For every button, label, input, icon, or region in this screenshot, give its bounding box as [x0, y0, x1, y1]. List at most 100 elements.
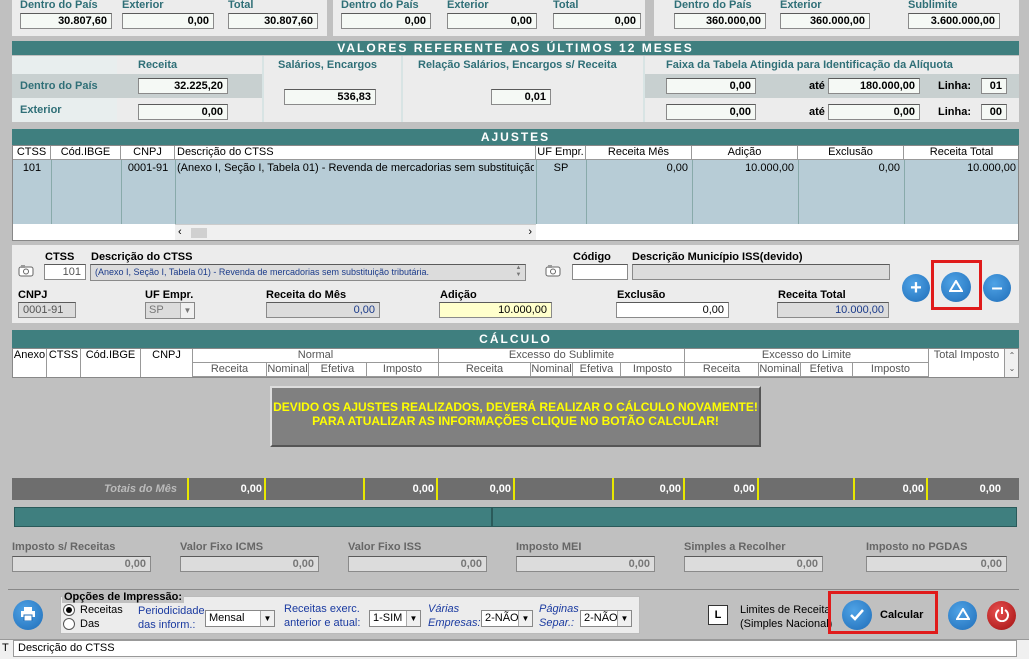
ctss-input[interactable]: 101 — [44, 264, 86, 280]
horizontal-scrollbar[interactable]: ‹ › — [175, 224, 536, 240]
col-adicao[interactable]: Adição — [692, 146, 798, 160]
scroll-right-icon[interactable]: › — [528, 226, 532, 238]
chevron-down-icon[interactable]: ▼ — [260, 611, 274, 626]
descricao-ctss-label: Descrição do CTSS — [91, 251, 193, 263]
exclusao-input[interactable]: 0,00 — [616, 302, 729, 318]
col-anexo[interactable]: Anexo — [13, 349, 47, 377]
col-imposto[interactable]: Imposto — [621, 363, 685, 377]
radio-das[interactable] — [63, 618, 75, 630]
totais-label: Totais do Mês — [104, 483, 177, 495]
top-exterior-value: 360.000,00 — [780, 13, 870, 29]
scroll-top-button[interactable] — [948, 601, 977, 630]
periodicidade-label-2: das inform.: — [138, 619, 196, 631]
descricao-ctss-field[interactable]: (Anexo I, Seção I, Tabela 01) - Revenda … — [90, 264, 526, 281]
chevron-down-icon[interactable]: ▼ — [617, 611, 631, 626]
cell-cnpj: 0001-91 — [127, 162, 169, 174]
periodicidade-select[interactable]: Mensal ▼ — [205, 610, 275, 627]
paginas-label-2: Separ.: — [539, 617, 575, 629]
varias-label-2: Empresas: — [428, 617, 481, 629]
check-icon — [842, 600, 872, 630]
receita-total-label: Receita Total — [778, 289, 846, 301]
top-sublimite-value: 3.600.000,00 — [908, 13, 1000, 29]
col-receita[interactable]: Receita — [685, 363, 759, 377]
receita-dentro-value: 32.225,20 — [138, 78, 228, 94]
calculo-grid-header[interactable]: Anexo CTSS Cód.IBGE CNPJ Normal Excesso … — [12, 348, 1019, 378]
col-receita[interactable]: Receita — [193, 363, 267, 377]
col-descricao[interactable]: Descrição do CTSS — [175, 146, 536, 160]
varias-label: Várias — [428, 603, 460, 615]
descricao-scroll-icon[interactable]: ▲ ▼ — [512, 265, 525, 280]
col-nominal[interactable]: Nominal — [267, 363, 309, 377]
col-receita-mes[interactable]: Receita Mês — [586, 146, 692, 160]
col-efetiva[interactable]: Efetiva — [309, 363, 367, 377]
close-button[interactable] — [987, 601, 1016, 630]
salarios-value: 536,83 — [284, 89, 376, 105]
municipio-field[interactable] — [632, 264, 890, 280]
print-button[interactable] — [13, 600, 43, 630]
chevron-down-icon[interactable]: ▼ — [406, 611, 420, 626]
receita-mes-field[interactable]: 0,00 — [266, 302, 380, 318]
col-efetiva[interactable]: Efetiva — [573, 363, 621, 377]
total-value: 0,00 — [489, 483, 511, 495]
ctss-lookup-icon[interactable] — [18, 263, 34, 277]
ajustes-grid[interactable]: CTSS Cód.IBGE CNPJ Descrição do CTSS UF … — [12, 145, 1019, 241]
scroll-left-icon[interactable]: ‹ — [178, 226, 182, 238]
col-cnpj[interactable]: CNPJ — [121, 146, 175, 160]
col-ctss[interactable]: CTSS — [47, 349, 81, 377]
top-summary-panel-3: Dentro do País Exterior Sublimite 360.00… — [654, 0, 1019, 36]
col-receita[interactable]: Receita — [439, 363, 531, 377]
ate-label: até — [809, 80, 825, 92]
receita-total-field[interactable]: 10.000,00 — [777, 302, 889, 318]
varias-select[interactable]: 2-NÃO ▼ — [481, 610, 533, 627]
col-ctss[interactable]: CTSS — [13, 146, 51, 160]
faixa-label: Faixa da Tabela Atingida para Identifica… — [666, 59, 953, 71]
das-option-label[interactable]: Das — [80, 618, 100, 630]
faixa1-de-value: 0,00 — [666, 78, 756, 94]
calcular-button[interactable]: Calcular — [840, 600, 934, 630]
col-nominal[interactable]: Nominal — [531, 363, 573, 377]
cell-exclusao: 0,00 — [878, 162, 900, 174]
limites-key-button[interactable]: L — [708, 605, 728, 625]
scroll-thumb[interactable] — [191, 228, 207, 238]
radio-receitas[interactable] — [63, 604, 75, 616]
col-total-imposto[interactable]: Total Imposto — [929, 349, 1005, 377]
codigo-input[interactable] — [572, 264, 628, 280]
varias-value: 2-NÃO — [485, 612, 519, 624]
add-button[interactable]: + — [902, 274, 930, 302]
chevron-down-icon[interactable]: ▼ — [180, 303, 194, 318]
move-up-button[interactable] — [941, 272, 971, 302]
col-excesso-sublimite[interactable]: Excesso do Sublimite — [439, 349, 685, 363]
col-exclusao[interactable]: Exclusão — [798, 146, 904, 160]
col-imposto[interactable]: Imposto — [367, 363, 439, 377]
col-nominal[interactable]: Nominal — [759, 363, 801, 377]
uf-label: UF Empr. — [145, 289, 194, 301]
periodicidade-label: Periodicidade — [138, 605, 205, 617]
top-total-value: 0,00 — [553, 13, 641, 29]
col-imposto[interactable]: Imposto — [853, 363, 929, 377]
col-efetiva[interactable]: Efetiva — [801, 363, 853, 377]
sublimite-label: Sublimite — [908, 0, 958, 11]
col-uf[interactable]: UF Empr. — [536, 146, 586, 160]
col-excesso-limite[interactable]: Excesso do Limite — [685, 349, 929, 363]
status-text-box: Descrição do CTSS — [13, 640, 1017, 657]
receitas-option-label[interactable]: Receitas — [80, 604, 123, 616]
status-left: T — [2, 642, 9, 654]
paginas-select[interactable]: 2-NÃO ▼ — [580, 610, 632, 627]
simples-label: Simples a Recolher — [684, 541, 786, 553]
remove-button[interactable]: – — [983, 274, 1011, 302]
col-ibge[interactable]: Cód.IBGE — [81, 349, 141, 377]
cnpj-field[interactable]: 0001-91 — [18, 302, 76, 318]
vertical-scrollbar[interactable]: ⌃ ⌄ — [1005, 349, 1018, 377]
adicao-input[interactable]: 10.000,00 — [439, 302, 552, 318]
col-receita-total[interactable]: Receita Total — [904, 146, 1018, 160]
receitas-exerc-select[interactable]: 1-SIM ▼ — [369, 610, 421, 627]
fixo-icms-field: 0,00 — [180, 556, 319, 572]
col-normal[interactable]: Normal — [193, 349, 439, 363]
col-cnpj[interactable]: CNPJ — [141, 349, 193, 377]
municipio-lookup-icon[interactable] — [545, 263, 561, 277]
col-ibge[interactable]: Cód.IBGE — [51, 146, 121, 160]
receita-label: Receita — [138, 59, 178, 71]
top-exterior-value: 0,00 — [447, 13, 537, 29]
chevron-down-icon[interactable]: ▼ — [518, 611, 532, 626]
uf-select[interactable]: SP ▼ — [145, 302, 195, 319]
